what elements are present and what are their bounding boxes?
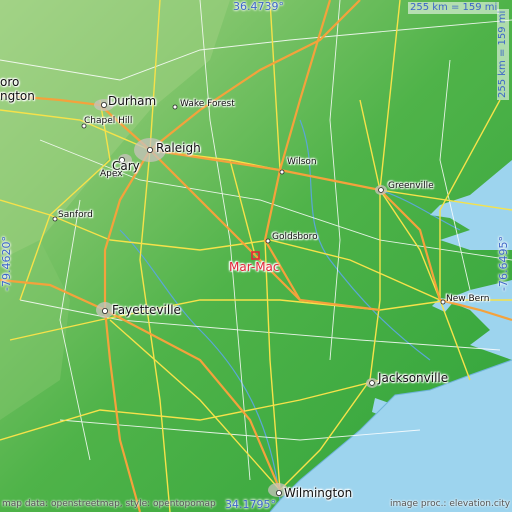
map-view[interactable]: oro ngton Durham Wake Forest Chapel Hill… (0, 0, 512, 512)
city-label-sanford[interactable]: Sanford (58, 211, 93, 220)
longitude-left-label: -79.4620° (0, 236, 13, 291)
city-label-edge-ngton: ngton (0, 89, 35, 103)
city-label-greenville[interactable]: Greenville (388, 182, 434, 191)
city-label-jacksonville[interactable]: Jacksonville (378, 372, 448, 384)
longitude-right-label: -76.6495° (497, 236, 510, 291)
city-label-wake-forest[interactable]: Wake Forest (180, 100, 235, 109)
city-label-apex[interactable]: Apex (100, 170, 123, 179)
city-label-fayetteville[interactable]: Fayetteville (112, 304, 181, 316)
city-label-edge-oro: oro (0, 75, 20, 89)
target-location-label[interactable]: Mar-Mac (229, 261, 280, 273)
city-label-chapel-hill[interactable]: Chapel Hill (84, 117, 132, 126)
scale-bar-horizontal: 255 km = 159 mi (408, 2, 500, 14)
city-label-durham[interactable]: Durham (108, 95, 156, 107)
map-data-credit: map data: openstreetmap, style: opentopo… (2, 499, 216, 509)
terrain-layer (0, 0, 512, 512)
city-label-new-bern[interactable]: New Bern (446, 295, 489, 304)
city-label-wilmington[interactable]: Wilmington (284, 487, 352, 499)
latitude-bottom-label: 34.1795° (225, 498, 276, 511)
image-processing-credit: image proc.: elevation.city (390, 499, 511, 509)
city-label-goldsboro[interactable]: Goldsboro (272, 233, 318, 242)
city-label-wilson[interactable]: Wilson (287, 158, 317, 167)
city-label-raleigh[interactable]: Raleigh (156, 142, 201, 154)
latitude-top-label: 36.4739° (233, 0, 284, 13)
scale-bar-vertical: 255 km = 159 mi (497, 8, 509, 100)
